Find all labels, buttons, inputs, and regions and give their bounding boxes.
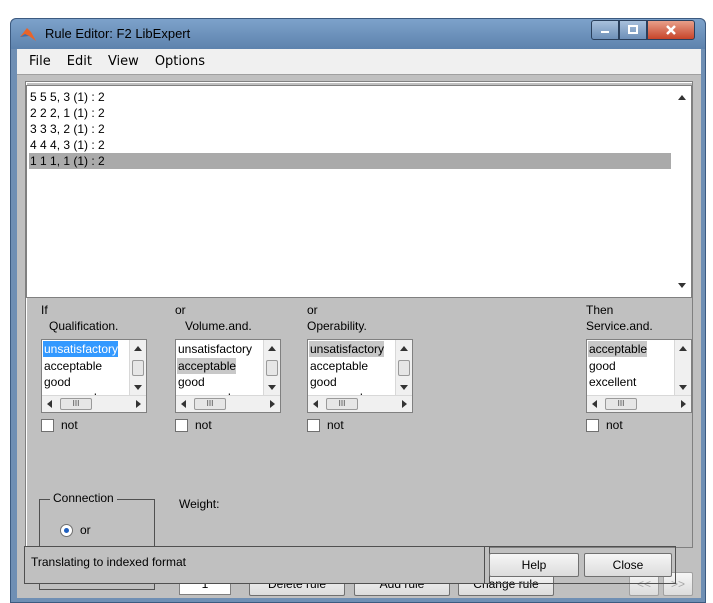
list-item[interactable]: unsatisfactory: [177, 341, 252, 357]
weight-label: Weight:: [179, 497, 220, 511]
menu-file[interactable]: File: [21, 54, 59, 69]
rule-item[interactable]: 5 5 5, 3 (1) : 2: [29, 89, 671, 105]
service-label: Service.and.: [586, 319, 653, 333]
or-label: or: [307, 303, 318, 317]
list-item[interactable]: acceptable: [43, 358, 102, 374]
not-checkbox-volume[interactable]: [175, 419, 188, 432]
list-item[interactable]: acceptable: [588, 341, 648, 357]
rule-item[interactable]: 3 3 3, 2 (1) : 2: [29, 121, 671, 137]
maximize-button[interactable]: [619, 20, 647, 40]
horizontal-scrollbar[interactable]: III: [176, 395, 280, 412]
vertical-scrollbar[interactable]: [395, 340, 412, 396]
not-checkbox-service[interactable]: [586, 419, 599, 432]
or-label: or: [175, 303, 186, 317]
rule-item-selected[interactable]: 1 1 1, 1 (1) : 2: [29, 153, 671, 169]
volume-listbox[interactable]: unsatisfactory acceptable good very good…: [175, 339, 281, 413]
scroll-thumb[interactable]: [398, 360, 410, 376]
rule-editor-window: Rule Editor: F2 LibExpert File Edit View…: [10, 18, 706, 603]
not-label: not: [61, 418, 78, 432]
service-listbox[interactable]: acceptable good excellent none III: [586, 339, 692, 413]
not-label: not: [327, 418, 344, 432]
scroll-left-icon[interactable]: [313, 400, 318, 408]
list-item[interactable]: good: [309, 374, 337, 390]
rules-scrollbar[interactable]: [674, 87, 690, 296]
title-bar[interactable]: Rule Editor: F2 LibExpert: [11, 19, 705, 49]
not-checkbox-qualification[interactable]: [41, 419, 54, 432]
scroll-up-icon[interactable]: [679, 346, 687, 351]
scroll-up-icon[interactable]: [268, 346, 276, 351]
status-text: Translating to indexed format: [31, 555, 186, 569]
vertical-scrollbar[interactable]: [129, 340, 146, 396]
scroll-down-icon[interactable]: [400, 385, 408, 390]
horizontal-scrollbar[interactable]: III: [308, 395, 412, 412]
help-button[interactable]: Help: [489, 553, 579, 577]
status-bar: Translating to indexed format: [24, 546, 490, 584]
rules-list[interactable]: 5 5 5, 3 (1) : 2 2 2 2, 1 (1) : 2 3 3 3,…: [26, 85, 692, 298]
maximize-icon: [628, 25, 638, 34]
menu-options[interactable]: Options: [147, 54, 213, 69]
vertical-scrollbar[interactable]: [263, 340, 280, 396]
menu-view[interactable]: View: [100, 54, 147, 69]
operability-listbox[interactable]: unsatisfactory acceptable good very good…: [307, 339, 413, 413]
qualification-label: Qualification.: [49, 319, 119, 333]
matlab-logo-icon: [20, 28, 36, 41]
connection-or-radio[interactable]: [60, 524, 73, 537]
connection-or-label: or: [80, 523, 91, 537]
scroll-down-icon[interactable]: [134, 385, 142, 390]
close-button[interactable]: Close: [584, 553, 672, 577]
vertical-scrollbar[interactable]: [674, 340, 691, 396]
scroll-thumb[interactable]: [266, 360, 278, 376]
horizontal-scrollbar[interactable]: III: [42, 395, 146, 412]
horizontal-scrollbar[interactable]: III: [587, 395, 691, 412]
scroll-right-icon[interactable]: [136, 400, 141, 408]
scroll-left-icon[interactable]: [47, 400, 52, 408]
scroll-thumb[interactable]: III: [194, 398, 226, 410]
scroll-up-icon[interactable]: [400, 346, 408, 351]
list-item[interactable]: unsatisfactory: [309, 341, 385, 357]
scroll-down-icon[interactable]: [678, 283, 686, 288]
scroll-down-icon[interactable]: [268, 385, 276, 390]
list-item[interactable]: good: [588, 358, 616, 374]
scroll-right-icon[interactable]: [681, 400, 686, 408]
qualification-listbox[interactable]: unsatisfactory acceptable good very good…: [41, 339, 147, 413]
list-item[interactable]: good: [177, 374, 205, 390]
client-area: File Edit View Options 5 5 5, 3 (1) : 2 …: [17, 49, 701, 598]
scroll-right-icon[interactable]: [270, 400, 275, 408]
menu-edit[interactable]: Edit: [59, 54, 100, 69]
operability-label: Operability.: [307, 319, 367, 333]
if-label: If: [41, 303, 48, 317]
list-item[interactable]: acceptable: [309, 358, 368, 374]
connection-title: Connection: [50, 491, 117, 505]
scroll-up-icon[interactable]: [134, 346, 142, 351]
window-title: Rule Editor: F2 LibExpert: [45, 26, 191, 41]
list-item[interactable]: acceptable: [177, 358, 237, 374]
scroll-left-icon[interactable]: [181, 400, 186, 408]
scroll-up-icon[interactable]: [678, 95, 686, 100]
scroll-left-icon[interactable]: [592, 400, 597, 408]
minimize-button[interactable]: [591, 20, 619, 40]
scroll-thumb[interactable]: III: [605, 398, 637, 410]
menu-bar: File Edit View Options: [17, 49, 701, 75]
volume-label: Volume.and.: [185, 319, 252, 333]
not-label: not: [606, 418, 623, 432]
rule-item[interactable]: 2 2 2, 1 (1) : 2: [29, 105, 671, 121]
scroll-thumb[interactable]: [132, 360, 144, 376]
close-window-button[interactable]: [647, 20, 695, 40]
then-label: Then: [586, 303, 614, 317]
list-item[interactable]: good: [43, 374, 71, 390]
scroll-down-icon[interactable]: [679, 385, 687, 390]
close-icon: [666, 25, 676, 35]
minimize-icon: [601, 31, 609, 33]
scroll-thumb[interactable]: III: [60, 398, 92, 410]
scroll-thumb[interactable]: III: [326, 398, 358, 410]
not-label: not: [195, 418, 212, 432]
not-checkbox-operability[interactable]: [307, 419, 320, 432]
list-item[interactable]: unsatisfactory: [43, 341, 119, 357]
rule-item[interactable]: 4 4 4, 3 (1) : 2: [29, 137, 671, 153]
list-item[interactable]: excellent: [588, 374, 636, 390]
scroll-right-icon[interactable]: [402, 400, 407, 408]
help-close-frame: Help Close: [484, 546, 676, 584]
